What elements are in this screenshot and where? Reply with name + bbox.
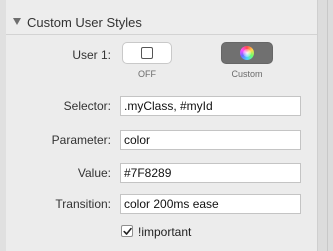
parameter-field[interactable]: color (120, 130, 301, 150)
transition-field[interactable]: color 200ms ease (120, 194, 301, 214)
square-outline-icon (141, 47, 153, 59)
section-title: Custom User Styles (27, 15, 142, 30)
transition-label: Transition: (55, 197, 111, 211)
panel-divider (327, 0, 328, 251)
important-checkbox[interactable] (121, 225, 133, 237)
value-field[interactable]: #7F8289 (120, 163, 301, 183)
custom-caption: Custom (231, 69, 263, 79)
value-label: Value: (77, 166, 111, 180)
panel-left-edge (0, 0, 6, 251)
color-wheel-icon (240, 46, 254, 60)
parameter-label: Parameter: (51, 133, 111, 147)
important-label[interactable]: !important (138, 225, 191, 239)
custom-button[interactable] (221, 42, 273, 64)
off-button[interactable] (122, 42, 172, 64)
selector-label: Selector: (63, 99, 111, 113)
section-header[interactable]: Custom User Styles (6, 10, 317, 35)
user-toggle-label: User 1: (72, 48, 111, 62)
checkmark-icon (123, 227, 132, 235)
selector-field[interactable]: .myClass, #myId (120, 96, 301, 116)
off-caption: OFF (138, 69, 156, 79)
panel-right-edge (317, 0, 333, 251)
disclosure-triangle-down-icon[interactable] (13, 18, 21, 25)
